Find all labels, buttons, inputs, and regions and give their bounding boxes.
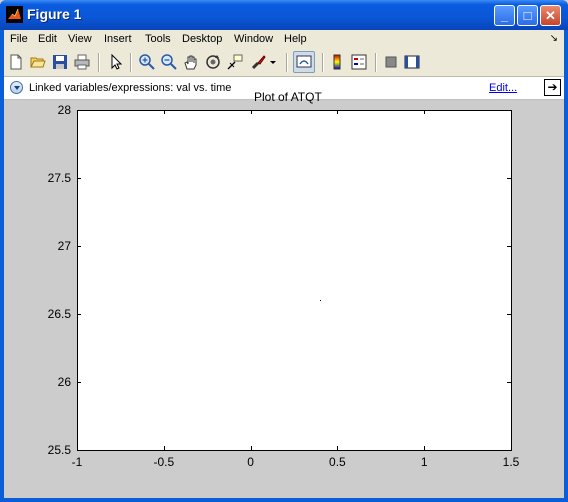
- y-tick-mark: [77, 178, 81, 179]
- data-point: [320, 300, 322, 302]
- y-tick-mark: [77, 246, 81, 247]
- x-tick-mark: [251, 446, 252, 450]
- y-tick-mark: [77, 382, 81, 383]
- y-tick-mark: [507, 178, 511, 179]
- menu-view[interactable]: View: [68, 33, 92, 45]
- y-tick-label: 26.5: [47, 307, 71, 321]
- menu-bar: File Edit View Insert Tools Desktop Wind…: [4, 30, 564, 49]
- figure-window: Figure 1 _ □ ✕ File Edit View Insert Too…: [0, 0, 568, 502]
- x-tick-mark: [511, 110, 512, 114]
- minimize-button[interactable]: _: [494, 5, 515, 26]
- edit-link[interactable]: Edit...: [489, 82, 517, 94]
- y-tick-mark: [77, 450, 81, 451]
- y-tick-label: 26: [57, 375, 71, 389]
- open-file-icon[interactable]: [28, 52, 48, 72]
- x-tick-mark: [424, 110, 425, 114]
- x-tick-mark: [424, 446, 425, 450]
- toolbar-separator: [130, 53, 132, 72]
- data-cursor-icon[interactable]: [225, 52, 245, 72]
- menu-window[interactable]: Window: [234, 33, 273, 45]
- x-tick-mark: [164, 110, 165, 114]
- plot-axes[interactable]: [77, 110, 512, 451]
- plot-title: Plot of ATQT: [254, 90, 322, 104]
- show-plot-tools-icon[interactable]: [402, 52, 422, 72]
- toolbar-separator: [375, 53, 377, 72]
- x-tick-label: 1: [420, 455, 428, 469]
- save-icon[interactable]: [50, 52, 70, 72]
- x-tick-label: -0.5: [153, 455, 175, 469]
- zoom-out-icon[interactable]: [159, 52, 179, 72]
- window-title: Figure 1: [27, 6, 82, 22]
- menu-tools[interactable]: Tools: [145, 33, 171, 45]
- y-tick-mark: [507, 382, 511, 383]
- colorbar-icon[interactable]: [327, 52, 347, 72]
- x-tick-mark: [337, 446, 338, 450]
- arrow-right-icon[interactable]: ➔: [544, 79, 561, 96]
- menu-edit[interactable]: Edit: [38, 33, 57, 45]
- y-tick-label: 28: [57, 103, 71, 117]
- menu-insert[interactable]: Insert: [104, 33, 132, 45]
- menu-desktop[interactable]: Desktop: [182, 33, 222, 45]
- close-button[interactable]: ✕: [540, 5, 561, 26]
- y-tick-mark: [507, 246, 511, 247]
- legend-icon[interactable]: [349, 52, 369, 72]
- y-tick-mark: [507, 450, 511, 451]
- link-plot-icon[interactable]: [293, 51, 315, 73]
- x-tick-label: 0: [247, 455, 254, 469]
- matlab-logo-icon: [6, 6, 23, 23]
- brush-dropdown-icon[interactable]: [268, 52, 278, 72]
- print-icon[interactable]: [72, 52, 92, 72]
- x-tick-mark: [77, 446, 78, 450]
- figure-client-area: File Edit View Insert Tools Desktop Wind…: [4, 30, 564, 498]
- menu-dock-arrow-icon[interactable]: ↘: [550, 33, 558, 44]
- x-tick-mark: [77, 110, 78, 114]
- menu-file[interactable]: File: [10, 33, 28, 45]
- brush-icon[interactable]: [249, 52, 269, 72]
- y-tick-mark: [77, 314, 81, 315]
- toolbar-separator: [286, 53, 288, 72]
- zoom-in-icon[interactable]: [137, 52, 157, 72]
- rotate-3d-icon[interactable]: [203, 52, 223, 72]
- pan-hand-icon[interactable]: [181, 52, 201, 72]
- figure-toolbar: [4, 49, 564, 77]
- x-tick-mark: [511, 446, 512, 450]
- y-tick-label: 27: [57, 239, 71, 253]
- title-bar[interactable]: Figure 1 _ □ ✕: [0, 0, 568, 30]
- edit-plot-arrow-icon[interactable]: [106, 52, 126, 72]
- maximize-button[interactable]: □: [517, 5, 538, 26]
- toolbar-separator: [98, 53, 100, 72]
- toolbar-separator: [322, 53, 324, 72]
- linked-variables-text: Linked variables/expressions: val vs. ti…: [29, 82, 232, 94]
- y-tick-label: 27.5: [47, 171, 71, 185]
- new-figure-icon[interactable]: [6, 52, 26, 72]
- y-tick-mark: [507, 314, 511, 315]
- x-tick-label: 0.5: [329, 455, 346, 469]
- collapse-chevron-icon[interactable]: [10, 81, 23, 94]
- x-tick-label: -1: [71, 455, 83, 469]
- x-tick-mark: [164, 446, 165, 450]
- menu-help[interactable]: Help: [284, 33, 307, 45]
- x-tick-label: 1.5: [502, 455, 520, 469]
- hide-plot-tools-icon[interactable]: [381, 52, 401, 72]
- x-tick-mark: [251, 110, 252, 114]
- x-tick-mark: [337, 110, 338, 114]
